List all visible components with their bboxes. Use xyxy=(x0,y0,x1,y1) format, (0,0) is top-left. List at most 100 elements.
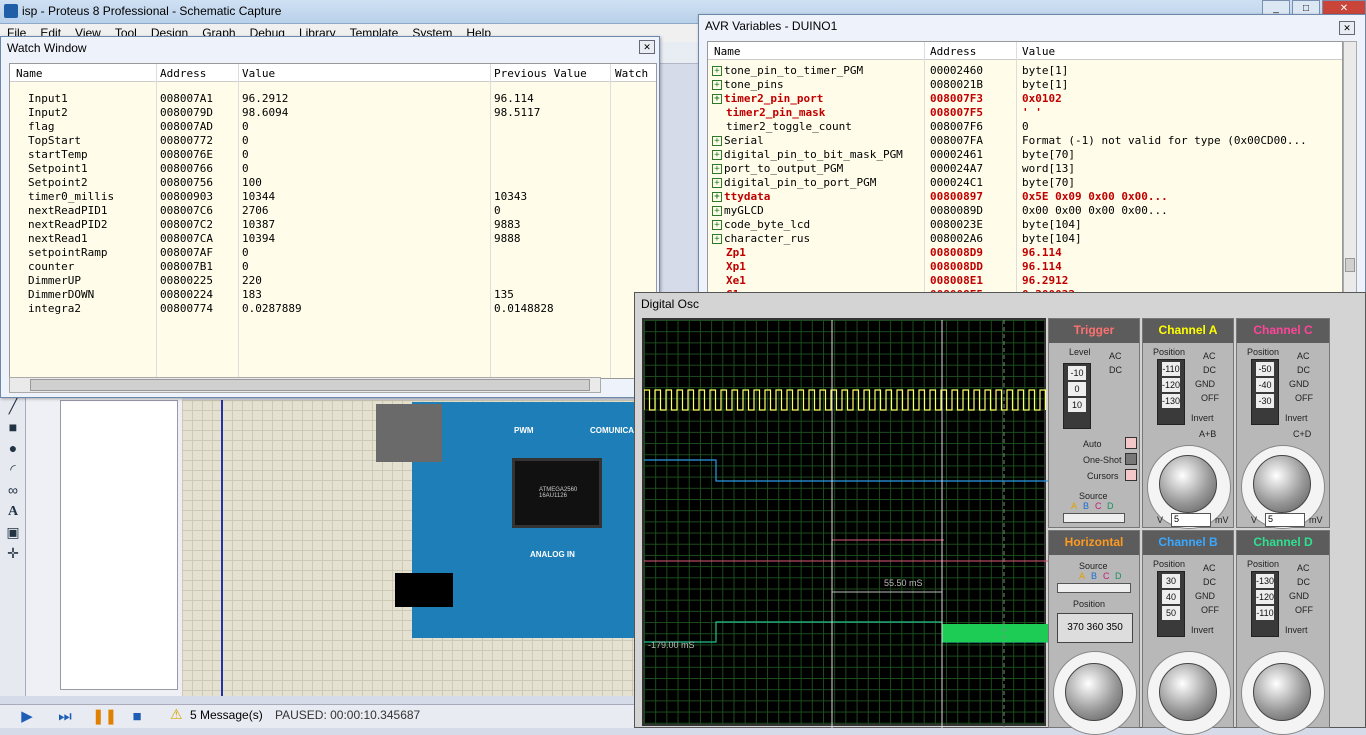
avr-col-address[interactable]: Address xyxy=(930,45,976,58)
cursors-button[interactable] xyxy=(1125,469,1137,481)
watch-row[interactable]: startTemp 0080076E 0 xyxy=(10,148,656,162)
watch-row[interactable]: TopStart 00800772 0 xyxy=(10,134,656,148)
horiz-position-scale[interactable]: 370 360 350 xyxy=(1057,613,1133,643)
expand-icon[interactable]: + xyxy=(712,80,722,90)
avr-row[interactable]: + tone_pins 0080021B byte[1] xyxy=(708,78,1342,92)
avr-row[interactable]: Xp1 008008DD 96.114 xyxy=(708,260,1342,274)
microcontroller-chip[interactable]: ATMEGA2560 16AU1126 xyxy=(512,458,602,528)
chc-invert[interactable]: Invert xyxy=(1285,413,1308,423)
watch-scroll-thumb[interactable] xyxy=(30,379,590,391)
pause-icon[interactable]: ❚❚ xyxy=(92,708,117,726)
avr-row[interactable]: + ttydata 00800897 0x5E 0x09 0x00 0x00... xyxy=(708,190,1342,204)
cha-volts-knob[interactable] xyxy=(1159,455,1217,513)
cha-volts-value[interactable]: 5 xyxy=(1171,513,1211,527)
play-icon[interactable]: ▶ xyxy=(18,708,36,726)
chb-off[interactable]: OFF xyxy=(1201,605,1219,615)
expand-icon[interactable]: + xyxy=(712,94,722,104)
chc-off[interactable]: OFF xyxy=(1295,393,1313,403)
avr-row[interactable]: + Serial 008007FA Format (-1) not valid for… xyxy=(708,134,1342,148)
cha-invert[interactable]: Invert xyxy=(1191,413,1214,423)
expand-icon[interactable]: + xyxy=(712,136,722,146)
expand-icon[interactable]: + xyxy=(712,220,722,230)
messages-count[interactable]: 5 Message(s) xyxy=(190,708,263,722)
avr-row[interactable]: + port_to_output_PGM 000024A7 word[13] xyxy=(708,162,1342,176)
cha-position-slider[interactable]: -110 -120 -130 xyxy=(1157,359,1185,425)
marker-tool-icon[interactable]: ✛ xyxy=(0,543,26,564)
cha-off[interactable]: OFF xyxy=(1201,393,1219,403)
col-previous[interactable]: Previous Value xyxy=(494,67,587,80)
chb-ac[interactable]: AC xyxy=(1203,563,1216,573)
avr-row[interactable]: + tone_pin_to_timer_PGM 00002460 byte[1] xyxy=(708,64,1342,78)
col-address[interactable]: Address xyxy=(160,67,206,80)
chd-volts-knob[interactable] xyxy=(1253,663,1311,721)
avr-row[interactable]: Zp1 008008D9 96.114 xyxy=(708,246,1342,260)
step-icon[interactable]: ⏭ xyxy=(56,708,74,726)
chb-gnd[interactable]: GND xyxy=(1195,591,1215,601)
expand-icon[interactable]: + xyxy=(712,234,722,244)
chb-invert[interactable]: Invert xyxy=(1191,625,1214,635)
chb-volts-knob[interactable] xyxy=(1159,663,1217,721)
watch-row[interactable]: Input1 008007A1 96.2912 96.114 xyxy=(10,92,656,106)
src-c[interactable]: C xyxy=(1095,501,1102,511)
expand-icon[interactable]: + xyxy=(712,164,722,174)
chc-volts-value[interactable]: 5 xyxy=(1265,513,1305,527)
horiz-src-d[interactable]: D xyxy=(1115,571,1122,581)
device-list[interactable] xyxy=(60,400,178,690)
watch-row[interactable]: flag 008007AD 0 xyxy=(10,120,656,134)
text-tool-icon[interactable]: A xyxy=(0,501,26,522)
avr-scroll-thumb[interactable] xyxy=(1345,258,1355,272)
watch-row[interactable]: Setpoint1 00800766 0 xyxy=(10,162,656,176)
watch-row[interactable]: integra2 00800774 0.0287889 0.0148828 xyxy=(10,302,656,316)
watch-row[interactable]: DimmerDOWN 00800224 183 135 xyxy=(10,288,656,302)
symbol-tool-icon[interactable]: ▣ xyxy=(0,522,26,543)
line-tool-icon[interactable]: ╱ xyxy=(0,396,26,417)
trigger-source-slider[interactable] xyxy=(1063,513,1125,523)
oneshot-button[interactable] xyxy=(1125,453,1137,465)
cha-gnd[interactable]: GND xyxy=(1195,379,1215,389)
avr-col-name[interactable]: Name xyxy=(714,45,741,58)
avr-row[interactable]: + timer2_pin_port 008007F3 0x0102 xyxy=(708,92,1342,106)
src-d[interactable]: D xyxy=(1107,501,1114,511)
circle-tool-icon[interactable]: ● xyxy=(0,438,26,459)
horiz-src-c[interactable]: C xyxy=(1103,571,1110,581)
avr-col-value[interactable]: Value xyxy=(1022,45,1055,58)
cha-dc[interactable]: DC xyxy=(1203,365,1216,375)
avr-row[interactable]: + digital_pin_to_port_PGM 000024C1 byte[70] xyxy=(708,176,1342,190)
avr-row[interactable]: + myGLCD 0080089D 0x00 0x00 0x00 0x00... xyxy=(708,204,1342,218)
chc-gnd[interactable]: GND xyxy=(1289,379,1309,389)
watch-hscrollbar[interactable] xyxy=(9,377,601,393)
avr-row[interactable]: + digital_pin_to_bit_mask_PGM 00002461 byte… xyxy=(708,148,1342,162)
horiz-time-knob[interactable] xyxy=(1065,663,1123,721)
chd-invert[interactable]: Invert xyxy=(1285,625,1308,635)
expand-icon[interactable]: + xyxy=(712,206,722,216)
watch-row[interactable]: setpointRamp 008007AF 0 xyxy=(10,246,656,260)
expand-icon[interactable]: + xyxy=(712,178,722,188)
scope-screen[interactable]: 55.50 mS -179.00 mS xyxy=(642,318,1048,728)
src-b[interactable]: B xyxy=(1083,501,1089,511)
src-a[interactable]: A xyxy=(1071,501,1077,511)
watch-row[interactable]: nextReadPID1 008007C6 2706 0 xyxy=(10,204,656,218)
avr-row[interactable]: + code_byte_lcd 0080023E byte[104] xyxy=(708,218,1342,232)
avr-close-icon[interactable]: ✕ xyxy=(1339,21,1355,35)
stop-icon[interactable]: ■ xyxy=(128,708,146,726)
cha-ac[interactable]: AC xyxy=(1203,351,1216,361)
chd-off[interactable]: OFF xyxy=(1295,605,1313,615)
watch-row[interactable]: Input2 0080079D 98.6094 98.5117 xyxy=(10,106,656,120)
chc-dc[interactable]: DC xyxy=(1297,365,1310,375)
trigger-level-slider[interactable]: -10 0 10 xyxy=(1063,363,1091,429)
chd-position-slider[interactable]: -130 -120 -110 xyxy=(1251,571,1279,637)
chd-dc[interactable]: DC xyxy=(1297,577,1310,587)
chb-position-slider[interactable]: 30 40 50 xyxy=(1157,571,1185,637)
box-tool-icon[interactable]: ■ xyxy=(0,417,26,438)
chc-position-slider[interactable]: -50 -40 -30 xyxy=(1251,359,1279,425)
watch-row[interactable]: timer0_millis 00800903 10344 10343 xyxy=(10,190,656,204)
watch-row[interactable]: nextRead1 008007CA 10394 9888 xyxy=(10,232,656,246)
chb-dc[interactable]: DC xyxy=(1203,577,1216,587)
col-name[interactable]: Name xyxy=(16,67,43,80)
chd-ac[interactable]: AC xyxy=(1297,563,1310,573)
avr-row[interactable]: timer2_toggle_count 008007F6 0 xyxy=(708,120,1342,134)
chc-ac[interactable]: AC xyxy=(1297,351,1310,361)
arc-tool-icon[interactable]: ◜ xyxy=(0,459,26,480)
col-value[interactable]: Value xyxy=(242,67,275,80)
avr-row[interactable]: Xe1 008008E1 96.2912 xyxy=(708,274,1342,288)
